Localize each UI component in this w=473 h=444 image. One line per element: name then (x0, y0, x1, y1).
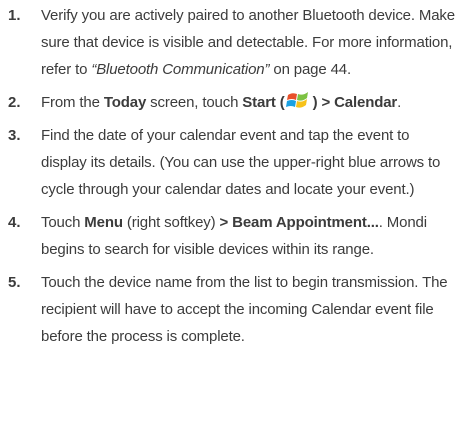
step-number: 5. (8, 274, 21, 291)
steps-list: 1. Verify you are actively paired to ano… (8, 2, 459, 350)
step-1: 1. Verify you are actively paired to ano… (8, 2, 459, 83)
step-text: Verify you are actively paired to anothe… (41, 2, 459, 83)
bluetooth-communication-reference: “Bluetooth Communication” (91, 61, 270, 78)
menu-label: Menu (84, 214, 123, 231)
step-text-part: From the (41, 94, 104, 111)
step-text-part: . (397, 94, 402, 111)
step-text-part: ( (275, 94, 285, 111)
start-label: Start (242, 94, 276, 111)
step-4: 4. Touch Menu (right softkey) > Beam App… (8, 209, 459, 263)
calendar-label: > Calendar (321, 94, 398, 111)
step-2: 2. From the Today screen, touch Start ( … (8, 89, 459, 116)
today-label: Today (103, 94, 147, 111)
step-5: 5. Touch the device name from the list t… (8, 269, 459, 350)
step-3: 3. Find the date of your calendar event … (8, 122, 459, 203)
step-text: Touch the device name from the list to b… (41, 274, 448, 345)
step-number: 3. (8, 127, 21, 144)
step-text: Touch Menu (right softkey) > Beam Appoin… (41, 209, 459, 263)
step-number: 1. (8, 7, 21, 24)
instruction-page: 1. Verify you are actively paired to ano… (0, 0, 473, 444)
windows-start-icon (285, 89, 312, 113)
step-text-part: Touch (41, 214, 85, 231)
step-text: From the Today screen, touch Start ( ) >… (41, 89, 459, 116)
step-number: 2. (8, 94, 21, 111)
beam-appointment-label: > Beam Appointment... (219, 214, 379, 231)
step-text-part: (right softkey) (122, 214, 220, 231)
step-text: Find the date of your calendar event and… (41, 127, 441, 198)
step-text-part: screen, touch (146, 94, 243, 111)
step-text-part: on page 44. (269, 61, 351, 78)
step-number: 4. (8, 214, 21, 231)
